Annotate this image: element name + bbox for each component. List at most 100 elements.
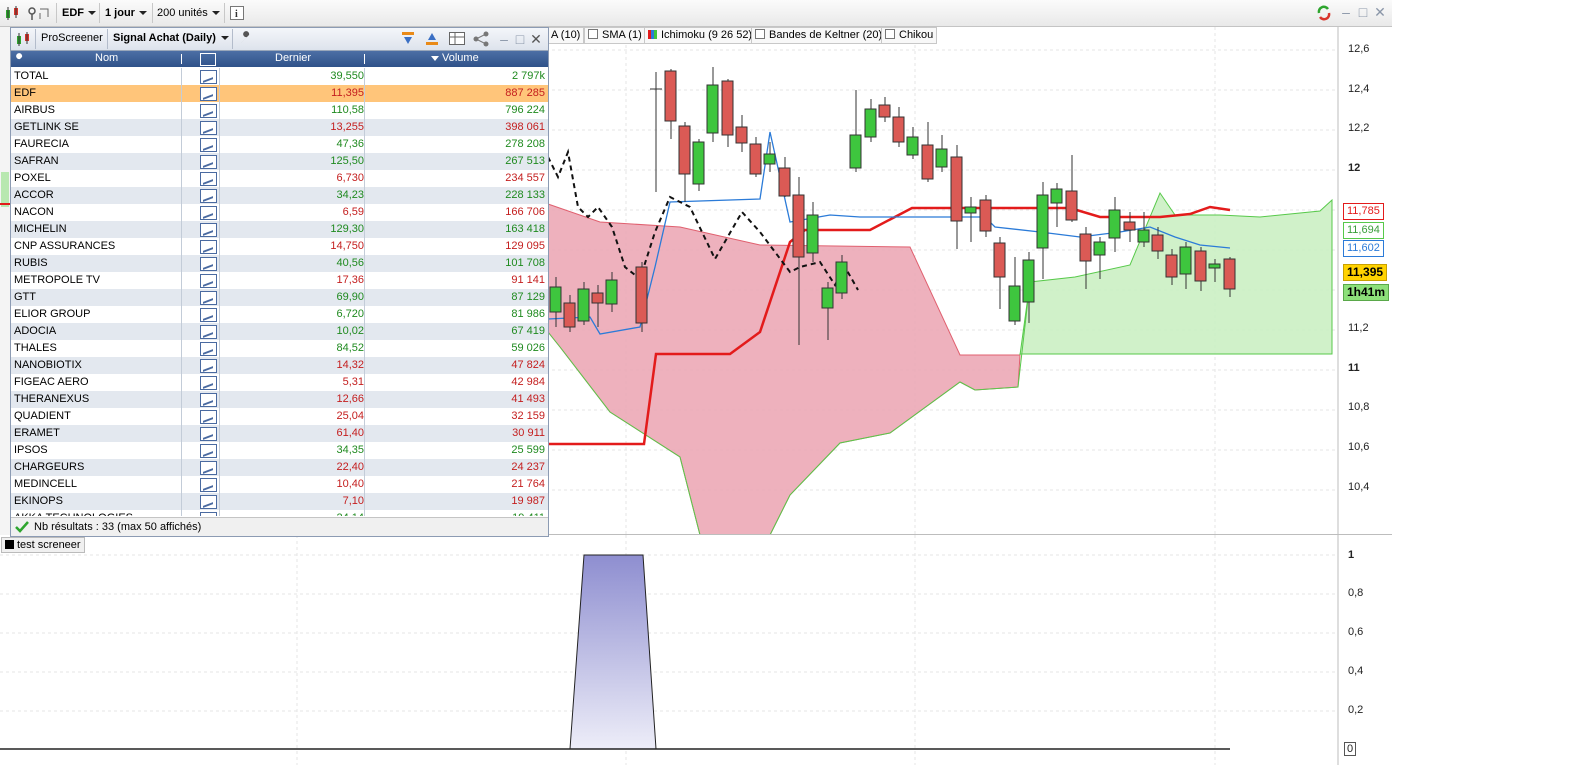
table-row[interactable]: CHARGEURS 22,40 24 237	[11, 459, 548, 476]
sort-down-icon[interactable]	[401, 31, 415, 50]
chart-icon[interactable]	[200, 444, 217, 458]
checkbox-icon[interactable]	[885, 29, 895, 39]
chart-icon[interactable]	[200, 189, 217, 203]
chart-icon[interactable]	[200, 206, 217, 220]
table-row[interactable]: THALES 84,52 59 026	[11, 340, 548, 357]
screener-tab-label[interactable]: ProScreener	[41, 32, 103, 44]
chart-icon[interactable]	[200, 376, 217, 390]
chart-icon[interactable]	[200, 257, 217, 271]
stock-name: ELIOR GROUP	[14, 308, 91, 320]
chart-icon[interactable]	[200, 512, 217, 516]
timeframe-selector[interactable]: 1 jour	[105, 3, 147, 23]
close-icon[interactable]: ✕	[1374, 5, 1386, 19]
table-row[interactable]: MICHELIN 129,30 163 418	[11, 221, 548, 238]
table-row[interactable]: GETLINK SE 13,255 398 061	[11, 119, 548, 136]
chart-icon[interactable]	[200, 359, 217, 373]
legend-item-chikou[interactable]: Chikou	[881, 27, 938, 44]
chart-icon[interactable]	[200, 308, 217, 322]
table-row[interactable]: RUBIS 40,56 101 708	[11, 255, 548, 272]
column-header-name[interactable]: Nom	[95, 52, 118, 64]
table-row[interactable]: QUADIENT 25,04 32 159	[11, 408, 548, 425]
table-row[interactable]: FIGEAC AERO 5,31 42 984	[11, 374, 548, 391]
table-row[interactable]: AKKA TECHNOLOGIES 24,14 19 411	[11, 510, 548, 516]
legend-item-a[interactable]: A (10)	[547, 27, 585, 44]
last-price: 10,02	[336, 325, 364, 337]
column-header-volume[interactable]: Volume	[431, 52, 479, 64]
legend-item-ichimoku[interactable]: Ichimoku (9 26 52)	[644, 27, 757, 44]
share-icon[interactable]	[473, 31, 489, 50]
chart-icon[interactable]	[200, 427, 217, 441]
legend-item-keltner[interactable]: Bandes de Keltner (20)	[751, 27, 887, 44]
price-tick: 12,6	[1348, 43, 1370, 55]
table-row[interactable]: EKINOPS 7,10 19 987	[11, 493, 548, 510]
table-row[interactable]: SAFRAN 125,50 267 513	[11, 153, 548, 170]
stock-name: IPSOS	[14, 444, 48, 456]
chart-icon[interactable]	[200, 121, 217, 135]
volume: 163 418	[505, 223, 545, 235]
chart-icon[interactable]	[200, 325, 217, 339]
table-row[interactable]: EDF 11,395 887 285	[11, 85, 548, 102]
close-icon[interactable]: ✕	[530, 32, 542, 46]
refresh-icon[interactable]	[1316, 5, 1332, 24]
chart-icon[interactable]	[200, 342, 217, 356]
chart-icon[interactable]	[200, 495, 217, 509]
indicator-title-tab[interactable]: test screneer	[1, 537, 85, 553]
chart-icon[interactable]	[200, 240, 217, 254]
table-row[interactable]: ERAMET 61,40 30 911	[11, 425, 548, 442]
table-row[interactable]: NACON 6,59 166 706	[11, 204, 548, 221]
table-row[interactable]: TOTAL 39,550 2 797k	[11, 68, 548, 85]
checkbox-icon[interactable]	[588, 29, 598, 39]
table-row[interactable]: CNP ASSURANCES 14,750 129 095	[11, 238, 548, 255]
chart-icon[interactable]	[200, 104, 217, 118]
sort-up-icon[interactable]	[425, 31, 439, 50]
chart-icon[interactable]	[200, 393, 217, 407]
table-row[interactable]: FAURECIA 47,36 278 208	[11, 136, 548, 153]
maximize-icon[interactable]: □	[514, 32, 526, 46]
last-price: 22,40	[336, 461, 364, 473]
checkbox-icon[interactable]	[755, 29, 765, 39]
table-row[interactable]: NANOBIOTIX 14,32 47 824	[11, 357, 548, 374]
tenkan-price-tag: 11,602	[1343, 240, 1384, 257]
table-row[interactable]: ACCOR 34,23 228 133	[11, 187, 548, 204]
chart-icon[interactable]	[200, 274, 217, 288]
chart-icon[interactable]	[200, 87, 217, 101]
chart-icon[interactable]	[200, 461, 217, 475]
link-icon[interactable]	[26, 3, 52, 23]
table-row[interactable]: GTT 69,90 87 129	[11, 289, 548, 306]
wrench-icon[interactable]	[14, 53, 26, 68]
chart-icon[interactable]	[200, 223, 217, 237]
chart-type-icon[interactable]	[4, 3, 22, 23]
minimize-icon[interactable]: –	[498, 32, 510, 46]
layout-icon[interactable]	[449, 32, 465, 49]
table-row[interactable]: METROPOLE TV 17,36 91 141	[11, 272, 548, 289]
table-row[interactable]: MEDINCELL 10,40 21 764	[11, 476, 548, 493]
chart-icon[interactable]	[200, 138, 217, 152]
legend-item-sma[interactable]: SMA (1)	[584, 27, 646, 44]
chart-icon[interactable]	[200, 478, 217, 492]
chart-icon[interactable]	[200, 410, 217, 424]
chart-icon[interactable]	[200, 172, 217, 186]
chart-column-icon[interactable]	[200, 53, 216, 66]
maximize-icon[interactable]: □	[1357, 5, 1369, 19]
chart-icon[interactable]	[200, 155, 217, 169]
column-header-last[interactable]: Dernier	[275, 52, 311, 64]
chart-icon[interactable]	[200, 70, 217, 84]
signal-selector[interactable]: Signal Achat (Daily)	[113, 32, 229, 44]
info-icon[interactable]: i	[230, 3, 244, 23]
chart-icon[interactable]	[200, 291, 217, 305]
table-row[interactable]: POXEL 6,730 234 557	[11, 170, 548, 187]
chart-type-icon[interactable]	[15, 31, 33, 50]
screener-header: ProScreener Signal Achat (Daily) – □ ✕	[11, 28, 548, 51]
volume: 267 513	[505, 155, 545, 167]
table-row[interactable]: AIRBUS 110,58 796 224	[11, 102, 548, 119]
stock-name: QUADIENT	[14, 410, 71, 422]
table-row[interactable]: IPSOS 34,35 25 599	[11, 442, 548, 459]
table-row[interactable]: THERANEXUS 12,66 41 493	[11, 391, 548, 408]
table-row[interactable]: ELIOR GROUP 6,720 81 986	[11, 306, 548, 323]
indicator-chart[interactable]	[0, 535, 1392, 765]
symbol-selector[interactable]: EDF	[62, 3, 96, 23]
table-row[interactable]: ADOCIA 10,02 67 419	[11, 323, 548, 340]
minimize-icon[interactable]: –	[1340, 5, 1352, 19]
wrench-icon[interactable]	[239, 31, 253, 48]
units-selector[interactable]: 200 unités	[157, 3, 220, 23]
